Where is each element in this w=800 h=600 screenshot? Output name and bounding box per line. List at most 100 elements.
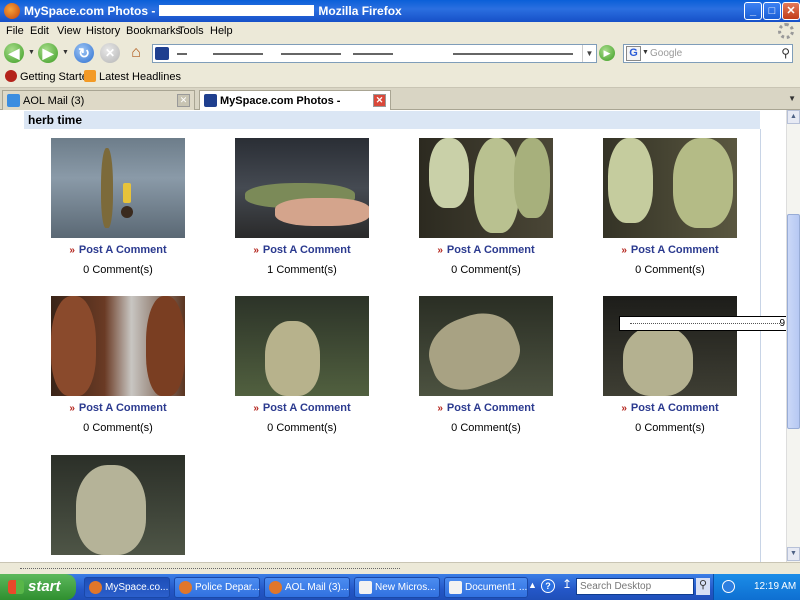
search-box[interactable]: G ▼ Google ⚲ <box>623 44 793 63</box>
toolbar-expand-icon[interactable]: ↥ <box>562 577 572 591</box>
post-comment-link[interactable]: » Post A Comment <box>235 244 369 256</box>
maximize-button[interactable]: □ <box>763 2 781 20</box>
taskbar-item-document1[interactable]: Document1 ... <box>444 577 528 598</box>
taskbar-item-aol-mail[interactable]: AOL Mail (3)... <box>264 577 350 598</box>
photo-thumbnail[interactable] <box>603 296 737 396</box>
task-label: AOL Mail (3)... <box>285 582 350 593</box>
search-icon[interactable]: ⚲ <box>781 46 790 60</box>
comment-count: 0 Comment(s) <box>267 422 337 434</box>
start-label: start <box>28 578 61 595</box>
photo-thumbnail[interactable] <box>603 138 737 238</box>
menu-history[interactable]: History <box>86 25 120 37</box>
menu-view[interactable]: View <box>57 25 81 37</box>
tooltip-redacted-text <box>630 323 780 325</box>
photo-thumbnail[interactable] <box>51 296 185 396</box>
post-comment-link[interactable]: » Post A Comment <box>235 402 369 414</box>
tab-label: MySpace.com Photos - <box>220 95 389 107</box>
close-tab-icon[interactable]: ✕ <box>177 94 190 107</box>
minimize-button[interactable]: _ <box>744 2 762 20</box>
arrow-icon: » <box>621 403 627 414</box>
post-comment-link[interactable]: » Post A Comment <box>51 244 185 256</box>
site-favicon-icon <box>155 47 169 60</box>
photo-detail <box>623 326 693 396</box>
start-button[interactable]: start <box>0 574 76 600</box>
comment-count: 0 Comment(s) <box>451 264 521 276</box>
rss-feed-icon <box>84 70 96 82</box>
photo-detail <box>265 321 320 396</box>
photo-thumbnail[interactable] <box>51 138 185 238</box>
menu-tools[interactable]: Tools <box>178 25 204 37</box>
help-icon[interactable]: ? <box>541 579 555 593</box>
post-comment-link[interactable]: » Post A Comment <box>419 244 553 256</box>
photo-thumbnail[interactable] <box>419 296 553 396</box>
search-engine-dropdown-icon[interactable]: ▼ <box>642 49 649 56</box>
page-content: herb time » Post A Comment » Post A Commen… <box>0 110 786 562</box>
arrow-icon: » <box>253 403 259 414</box>
menu-bookmarks[interactable]: Bookmarks <box>126 25 181 37</box>
tab-aol-mail[interactable]: AOL Mail (3) ✕ <box>2 90 195 110</box>
photo-thumbnail[interactable] <box>419 138 553 238</box>
firefox-icon <box>269 581 282 594</box>
getting-started-icon <box>5 70 17 82</box>
desktop-search-icon[interactable]: ⚲ <box>696 578 710 595</box>
taskbar-item-new-microsoft[interactable]: New Micros... <box>354 577 440 598</box>
list-all-tabs-icon[interactable]: ▼ <box>788 94 796 103</box>
stop-button[interactable]: ✕ <box>100 43 120 63</box>
url-redaction <box>453 53 573 55</box>
scroll-up-icon[interactable]: ▲ <box>787 110 800 124</box>
photo-thumbnail[interactable] <box>235 296 369 396</box>
url-redaction <box>353 53 393 55</box>
url-history-dropdown-icon[interactable]: ▼ <box>582 45 596 62</box>
taskbar-item-myspace[interactable]: MySpace.co... <box>84 577 170 598</box>
close-window-button[interactable]: ✕ <box>782 2 800 20</box>
photo-detail <box>76 465 146 555</box>
window-title-bar: MySpace.com Photos - Mozilla Firefox _ □ … <box>0 0 800 22</box>
window-title: MySpace.com Photos - Mozilla Firefox <box>24 4 402 18</box>
photo-thumbnail[interactable] <box>51 455 185 555</box>
google-icon[interactable]: G <box>626 46 641 61</box>
post-comment-link[interactable]: » Post A Comment <box>603 244 737 256</box>
post-comment-label: Post A Comment <box>446 402 535 414</box>
taskbar-overflow-icon[interactable]: ▲ <box>528 580 537 590</box>
post-comment-link[interactable]: » Post A Comment <box>51 402 185 414</box>
reload-button[interactable]: ↻ <box>74 43 94 63</box>
back-history-dropdown-icon[interactable]: ▼ <box>28 49 35 56</box>
close-tab-icon[interactable]: ✕ <box>373 94 386 107</box>
back-button[interactable]: ◀ <box>4 43 24 63</box>
taskbar: start MySpace.co... Police Depar... AOL … <box>0 574 800 600</box>
forward-history-dropdown-icon[interactable]: ▼ <box>62 49 69 56</box>
menu-bar: File Edit View History Bookmarks Tools H… <box>0 22 800 40</box>
clock[interactable]: 12:19 AM <box>754 581 796 592</box>
home-button[interactable]: ⌂ <box>126 43 146 63</box>
tab-myspace-photos[interactable]: MySpace.com Photos - ✕ <box>199 90 391 111</box>
menu-edit[interactable]: Edit <box>30 25 49 37</box>
photo-detail <box>514 138 550 218</box>
bookmark-latest-headlines[interactable]: Latest Headlines <box>99 71 181 83</box>
post-comment-label: Post A Comment <box>630 402 719 414</box>
network-icon[interactable] <box>722 580 735 593</box>
photo-thumbnail[interactable] <box>235 138 369 238</box>
post-comment-link[interactable]: » Post A Comment <box>603 402 737 414</box>
desktop-search-input[interactable]: Search Desktop <box>576 578 694 595</box>
tab-label: AOL Mail (3) <box>23 95 85 107</box>
forward-button[interactable]: ▶ <box>38 43 58 63</box>
comment-count: 0 Comment(s) <box>635 422 705 434</box>
post-comment-label: Post A Comment <box>446 244 535 256</box>
url-bar[interactable]: ▼ <box>152 44 597 63</box>
taskbar-item-police[interactable]: Police Depar... <box>174 577 260 598</box>
post-comment-label: Post A Comment <box>262 244 351 256</box>
comment-count: 0 Comment(s) <box>83 264 153 276</box>
photo-detail <box>474 138 519 233</box>
scrollbar-thumb[interactable] <box>787 214 800 429</box>
photo-detail <box>429 138 469 208</box>
bookmark-getting-started[interactable]: Getting Started <box>20 71 94 83</box>
arrow-icon: » <box>253 245 259 256</box>
go-button[interactable]: ▶ <box>599 45 615 61</box>
post-comment-link[interactable]: » Post A Comment <box>419 402 553 414</box>
vertical-scrollbar[interactable]: ▲ ▼ <box>786 110 800 562</box>
menu-help[interactable]: Help <box>210 25 233 37</box>
scroll-down-icon[interactable]: ▼ <box>787 547 800 561</box>
firefox-icon <box>179 581 192 594</box>
photo-detail <box>121 206 133 218</box>
menu-file[interactable]: File <box>6 25 24 37</box>
